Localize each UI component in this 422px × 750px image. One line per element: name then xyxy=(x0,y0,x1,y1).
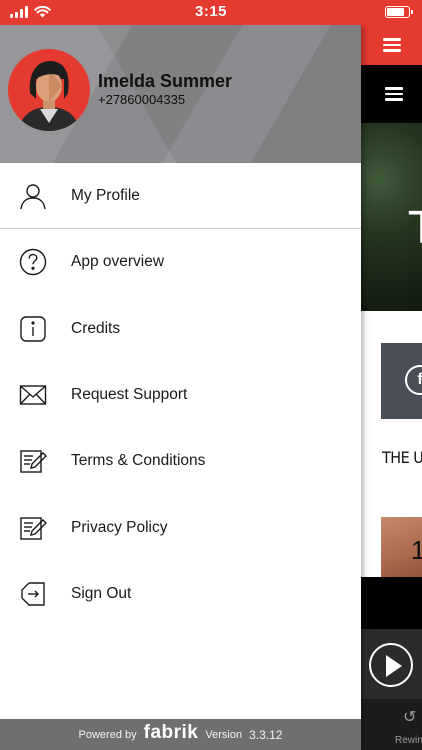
footer-version-label: Version xyxy=(205,728,243,741)
document-edit-icon xyxy=(19,447,47,475)
drawer-footer: Powered by fabrik Version 3.3.12 xyxy=(0,719,361,750)
footer-powered-by: Powered by xyxy=(78,728,137,741)
info-icon xyxy=(19,315,47,343)
drawer-header: Imelda Summer +27860004335 xyxy=(0,25,361,163)
user-avatar[interactable] xyxy=(8,49,90,131)
menu-item-privacy-policy[interactable]: Privacy Policy xyxy=(0,494,361,560)
menu-label-request-support: Request Support xyxy=(71,386,188,404)
menu-item-terms-conditions[interactable]: Terms & Conditions xyxy=(0,428,361,494)
bg-section-heading: THE UR xyxy=(382,448,422,467)
bg-hero-text: T xyxy=(409,203,422,254)
status-time: 3:15 xyxy=(194,3,228,20)
bg-audio-player xyxy=(361,629,422,699)
menu-item-credits[interactable]: Credits xyxy=(0,296,361,362)
menu-item-my-profile[interactable]: My Profile xyxy=(0,163,361,230)
menu-item-request-support[interactable]: Request Support xyxy=(0,362,361,428)
footer-version-number: 3.3.12 xyxy=(249,727,283,742)
question-circle-icon xyxy=(19,248,47,276)
navigation-drawer: Imelda Summer +27860004335 My Profile Ap… xyxy=(0,25,361,750)
rewind-icon[interactable]: ↺ xyxy=(403,707,422,729)
menu-label-app-overview: App overview xyxy=(71,253,165,271)
bg-rewind-label[interactable]: Rewin xyxy=(395,735,422,746)
bg-top-bar xyxy=(361,25,422,65)
menu-label-sign-out: Sign Out xyxy=(71,584,132,602)
status-bar: 3:15 xyxy=(0,0,422,25)
menu-label-terms-conditions: Terms & Conditions xyxy=(71,452,206,470)
person-icon xyxy=(19,182,47,210)
play-icon[interactable] xyxy=(369,643,413,687)
menu-label-credits: Credits xyxy=(71,319,121,337)
drawer-menu: My Profile App overview Credits Request … xyxy=(0,163,361,627)
menu-toggle-icon[interactable] xyxy=(382,38,401,52)
bg-thumbnail[interactable]: 1 xyxy=(381,517,422,579)
user-phone: +27860004335 xyxy=(98,92,186,107)
bg-hero-image: T xyxy=(361,123,422,311)
bg-bottom-nav: ↺ Rewin xyxy=(361,699,422,750)
user-name: Imelda Summer xyxy=(98,71,233,91)
battery-icon xyxy=(385,6,413,18)
menu-label-my-profile: My Profile xyxy=(71,186,140,204)
hamburger-icon[interactable] xyxy=(385,87,403,101)
envelope-icon xyxy=(19,381,47,409)
fabrik-logo: fabrik xyxy=(143,722,199,743)
menu-label-privacy-policy: Privacy Policy xyxy=(71,518,168,536)
sign-out-icon xyxy=(19,580,47,608)
document-edit-icon xyxy=(19,514,47,542)
menu-item-sign-out[interactable]: Sign Out xyxy=(0,561,361,627)
menu-item-app-overview[interactable]: App overview xyxy=(0,229,361,295)
bg-sub-bar xyxy=(361,65,422,123)
facebook-icon: f xyxy=(405,365,422,395)
bg-thumbnail-number: 1 xyxy=(411,535,422,565)
bg-player-spacer xyxy=(361,577,422,629)
bg-social-card[interactable]: f xyxy=(381,343,422,419)
background-app: T f THE UR 1 ↺ Rewin xyxy=(361,25,422,750)
